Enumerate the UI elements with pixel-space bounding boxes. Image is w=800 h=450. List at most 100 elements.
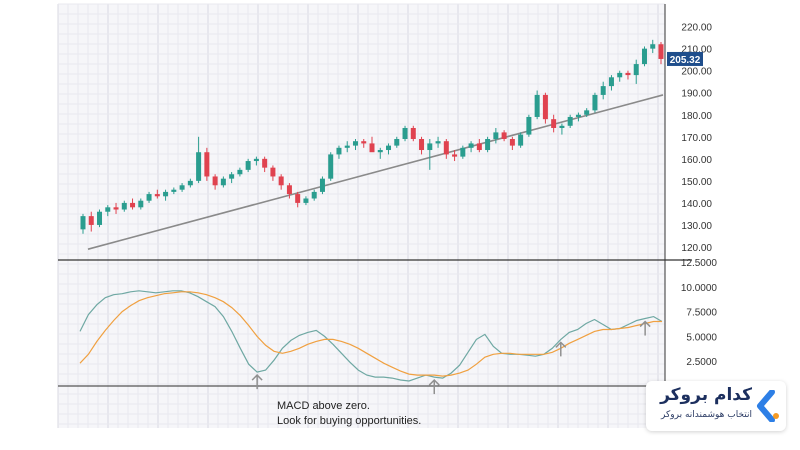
price-tick-label: 130.00 [681,221,712,232]
price-tick-label: 140.00 [681,199,712,210]
candle-body [542,94,548,120]
price-tick-label: 150.00 [681,177,712,188]
candle-body [97,211,103,225]
candle-body [402,127,408,139]
candle-body [319,178,325,192]
candle-body [600,86,606,95]
candle-body [369,143,375,153]
candle-body [394,139,400,146]
candle-body [229,174,235,179]
candle-body [303,198,309,203]
candle [328,152,334,181]
macd-tick-label: 7.5000 [686,308,717,319]
logo-chevron-icon [757,390,779,422]
candle-body [584,110,590,115]
candle-body [295,194,301,203]
candle-body [460,147,466,157]
candle-body [509,139,515,146]
candle-body [80,216,86,230]
candle-body [650,44,656,49]
candle-body [88,216,94,225]
macd-tick-label: 12.5000 [681,258,718,269]
candle-body [130,202,136,208]
annotation-line-1: MACD above zero. [277,400,370,412]
candle-body [427,143,433,151]
candle-body [410,127,416,139]
candle-body [171,189,177,192]
candle-body [485,139,491,151]
candle-body [187,180,193,186]
macd-tick-label: 10.0000 [681,283,718,294]
candle-body [501,132,507,139]
price-tick-label: 120.00 [681,243,712,254]
candle-body [138,200,144,208]
annotation-line-2: Look for buying opportunities. [277,415,421,427]
candle-body [559,125,565,128]
candle-body [344,145,350,148]
candle-body [419,139,425,151]
candle-body [493,132,499,139]
candle-body [220,178,226,186]
price-tick-label: 160.00 [681,155,712,166]
candle [319,176,325,195]
price-tick-label: 220.00 [681,23,712,34]
last-price-label: 205.32 [670,55,701,66]
candle [592,92,598,113]
candle-body [476,143,482,151]
candle-body [328,154,334,179]
candle-body [608,77,614,87]
candle-body [468,143,474,148]
candle-body [641,48,647,65]
candle-body [443,141,449,155]
candle-body [146,194,152,201]
candle-body [163,191,169,197]
candle-body [154,194,160,197]
price-tick-label: 180.00 [681,111,712,122]
brand-logo: کدام بروکر انتخاب هوشمندانه بروکر [646,381,786,431]
candle-body [262,158,268,168]
candle-body [617,72,623,78]
candle [204,147,210,181]
candle-body [204,152,210,177]
candle-body [352,141,358,146]
candle-body [121,202,127,210]
candle [542,92,548,124]
candle-body [534,94,540,117]
candle-body [526,116,532,135]
candle [641,46,647,67]
candle-body [518,134,524,146]
candle-body [113,207,119,210]
candle-body [567,116,573,126]
candle [410,125,416,142]
candle-body [179,185,185,190]
price-tick-label: 170.00 [681,133,712,144]
candle-body [361,141,367,144]
candle-body [196,152,202,181]
candle-body [377,150,383,153]
candle-body [237,169,243,175]
candle [518,132,524,148]
candle-body [286,185,292,195]
candle [526,114,532,137]
candle [485,136,491,153]
macd-tick-label: 5.0000 [686,332,717,343]
candle-body [551,119,557,128]
candle-body [311,191,317,199]
candle-body [625,72,631,76]
candle-body [245,161,251,170]
price-tick-label: 190.00 [681,89,712,100]
price-tick-label: 200.00 [681,67,712,78]
candle-body [253,158,259,162]
grid [57,3,665,428]
candle [402,125,408,142]
candle-body [435,141,441,144]
candle-body [105,207,111,212]
candle-body [592,94,598,111]
macd-tick-label: 2.5000 [686,357,717,368]
candle-body [278,176,284,186]
candle-body [386,145,392,151]
candle-body [212,176,218,186]
logo-title: کدام بروکر [660,385,752,405]
candle-body [336,147,342,155]
candle-body [658,44,664,59]
